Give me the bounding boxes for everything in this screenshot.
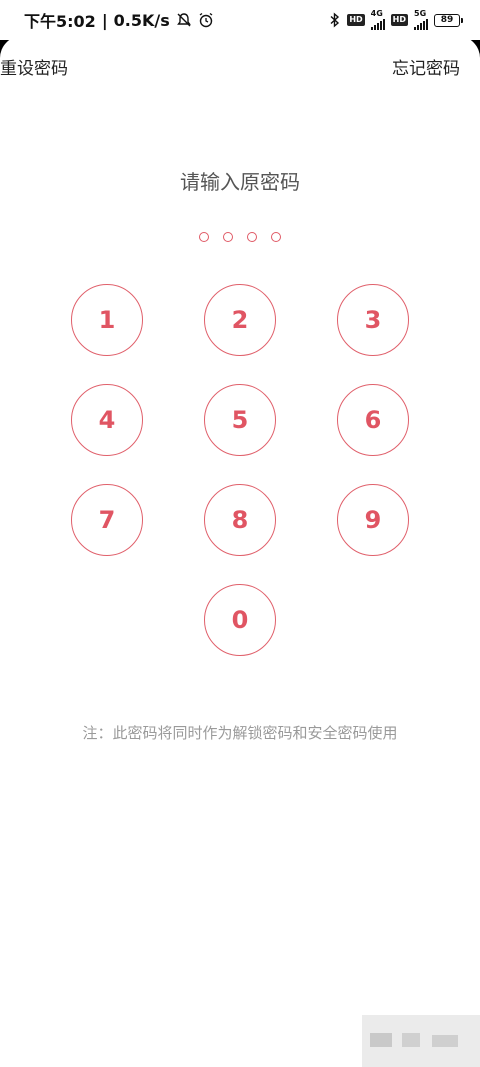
watermark-mark bbox=[432, 1035, 458, 1047]
status-left: 下午5:02 | 0.5K/s bbox=[24, 8, 214, 32]
key-3[interactable]: 3 bbox=[337, 284, 409, 356]
signal-group-2: 5G bbox=[414, 10, 428, 30]
key-0[interactable]: 0 bbox=[204, 584, 276, 656]
pin-dot bbox=[199, 232, 209, 242]
pin-indicator bbox=[0, 232, 480, 242]
status-bar: 下午5:02 | 0.5K/s HD 4G HD 5G 89 bbox=[0, 0, 480, 40]
key-7[interactable]: 7 bbox=[71, 484, 143, 556]
signal-group-1: 4G bbox=[370, 9, 385, 30]
enter-original-password-prompt: 请输入原密码 bbox=[180, 170, 300, 194]
status-separator: | bbox=[101, 10, 108, 30]
key-1[interactable]: 1 bbox=[71, 284, 143, 356]
watermark-logo bbox=[362, 1015, 480, 1067]
watermark-mark bbox=[402, 1033, 420, 1047]
signal-strength-icon bbox=[370, 18, 385, 30]
network-type-2: 5G bbox=[414, 9, 427, 18]
top-bar: 重设密码 忘记密码 bbox=[0, 54, 480, 82]
pin-dot bbox=[247, 232, 257, 242]
signal-strength-icon bbox=[414, 18, 428, 30]
network-speed: 0.5K/s bbox=[113, 10, 170, 30]
key-2[interactable]: 2 bbox=[204, 284, 276, 356]
status-time: 下午5:02 bbox=[24, 12, 96, 31]
network-type-1: 4G bbox=[370, 9, 383, 18]
key-6[interactable]: 6 bbox=[337, 384, 409, 456]
battery-level: 89 bbox=[440, 15, 454, 25]
pin-dot bbox=[271, 232, 281, 242]
password-note: 注：此密码将同时作为解锁密码和安全密码使用 bbox=[82, 724, 398, 742]
reset-password-button[interactable]: 重设密码 bbox=[0, 54, 68, 79]
key-8[interactable]: 8 bbox=[204, 484, 276, 556]
forgot-password-button[interactable]: 忘记密码 bbox=[392, 54, 460, 79]
status-right: HD 4G HD 5G 89 bbox=[329, 9, 463, 30]
password-sheet: 重设密码 忘记密码 请输入原密码 1 2 3 4 5 6 7 8 9 0 注：此… bbox=[0, 36, 480, 1067]
mute-bell-icon bbox=[176, 12, 192, 28]
alarm-clock-icon bbox=[198, 12, 214, 28]
hd-badge-1: HD bbox=[347, 14, 365, 26]
watermark-mark bbox=[370, 1033, 392, 1047]
pin-dot bbox=[223, 232, 233, 242]
key-9[interactable]: 9 bbox=[337, 484, 409, 556]
key-5[interactable]: 5 bbox=[204, 384, 276, 456]
bluetooth-icon bbox=[329, 12, 341, 28]
key-4[interactable]: 4 bbox=[71, 384, 143, 456]
hd-badge-2: HD bbox=[390, 14, 408, 26]
battery-icon: 89 bbox=[434, 13, 463, 27]
